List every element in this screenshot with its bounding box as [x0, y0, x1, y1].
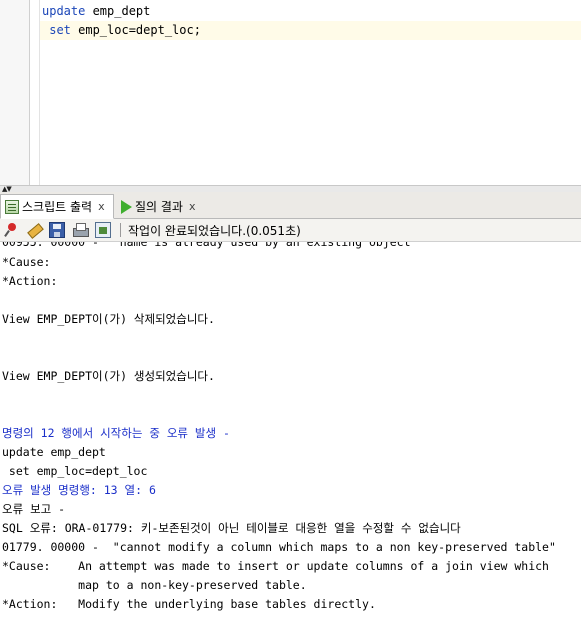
output-line: 오류 보고 -: [2, 502, 66, 516]
script-output-icon: [5, 199, 19, 214]
output-line: map to a non-key-preserved table.: [2, 578, 307, 592]
code-text: emp_loc=dept_loc;: [70, 23, 201, 37]
tab-script-output[interactable]: 스크립트 출력 x: [0, 194, 114, 219]
print-icon[interactable]: [72, 222, 89, 238]
tab-close-button[interactable]: x: [189, 200, 196, 213]
output-line: View EMP_DEPT이(가) 생성되었습니다.: [2, 369, 215, 383]
panel-splitter[interactable]: ▲▼: [0, 185, 581, 193]
output-line: update emp_dept: [2, 445, 106, 459]
output-line: 오류 발생 명령행: 13 열: 6: [2, 483, 156, 497]
code-line-1[interactable]: update emp_dept: [40, 2, 581, 21]
output-line: 00955. 00000 - "name is already used by …: [2, 242, 418, 249]
line-gutter: [0, 0, 30, 185]
output-line: 01779. 00000 - "cannot modify a column w…: [2, 540, 556, 554]
eraser-icon[interactable]: [26, 222, 42, 238]
tab-query-result[interactable]: 질의 결과 x: [117, 194, 212, 219]
output-line: *Action:: [2, 274, 58, 288]
run-query-icon: [121, 199, 132, 214]
toolbar-divider: [120, 223, 121, 237]
save-icon[interactable]: [49, 222, 65, 238]
export-icon[interactable]: [95, 222, 111, 238]
pin-icon[interactable]: [3, 222, 19, 238]
output-tab-bar: 스크립트 출력 x 질의 결과 x: [0, 192, 581, 219]
script-output-area[interactable]: 00955. 00000 - "name is already used by …: [0, 242, 581, 630]
status-message: 작업이 완료되었습니다.(0.051초): [128, 223, 301, 238]
output-line: set emp_loc=dept_loc: [2, 464, 148, 478]
sql-keyword: set: [42, 23, 71, 37]
code-text: emp_dept: [85, 4, 151, 18]
output-line: SQL 오류: ORA-01779: 키-보존된것이 아닌 테이블로 대응한 열…: [2, 521, 461, 535]
output-line: View EMP_DEPT이(가) 삭제되었습니다.: [2, 312, 215, 326]
code-line-2[interactable]: set emp_loc=dept_loc;: [40, 21, 581, 40]
tab-close-button[interactable]: x: [98, 200, 105, 213]
output-line: *Action: Modify the underlying base tabl…: [2, 597, 376, 611]
output-toolbar: 작업이 완료되었습니다.(0.051초): [0, 219, 581, 242]
output-line: *Cause: An attempt was made to insert or…: [2, 559, 549, 573]
tab-label: 질의 결과: [135, 200, 183, 214]
tab-label: 스크립트 출력: [22, 200, 93, 214]
sql-editor[interactable]: update emp_dept set emp_loc=dept_loc;: [0, 0, 581, 185]
sql-keyword: update: [42, 4, 86, 18]
output-line: *Cause:: [2, 255, 51, 269]
output-line: 명령의 12 행에서 시작하는 중 오류 발생 -: [2, 426, 230, 440]
